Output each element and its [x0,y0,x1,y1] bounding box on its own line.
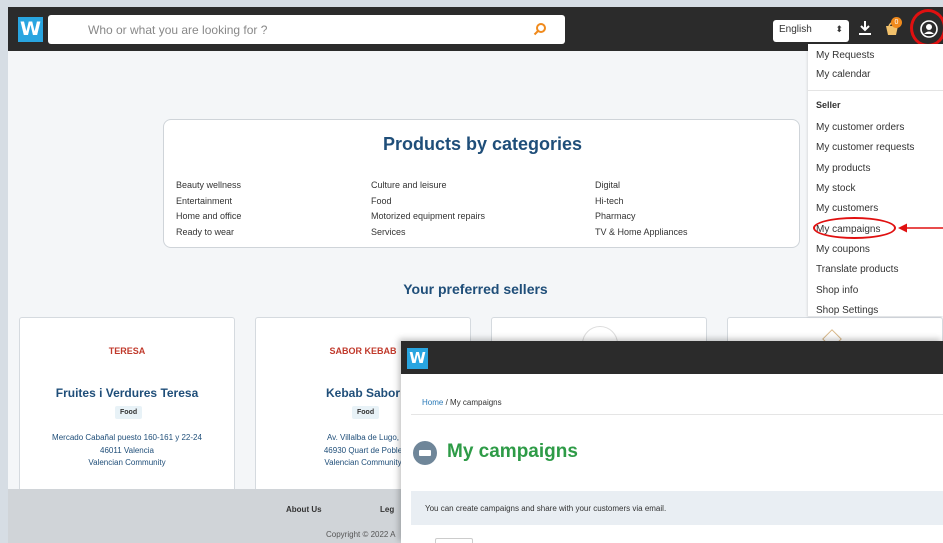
seller-card[interactable]: TERESA Fruites i Verdures Teresa Food Me… [19,317,235,517]
sellers-title: Your preferred sellers [403,281,548,297]
campaign-icon [413,441,437,465]
category-link[interactable]: Entertainment [176,194,241,210]
menu-item-customer-requests[interactable]: My customer requests [816,142,914,153]
category-link[interactable]: Food [371,194,485,210]
language-value: English [779,24,812,35]
category-link[interactable]: TV & Home Appliances [595,225,688,241]
site-logo[interactable]: W [18,17,43,42]
top-navbar: W English ⬍ 0 [8,7,943,51]
language-select[interactable]: English ⬍ [773,20,849,42]
page-size-select[interactable] [435,538,473,543]
seller-address: Mercado Cabañal puesto 160-161 y 22-24 4… [20,432,234,470]
category-link[interactable]: Digital [595,178,688,194]
annotation-arrow-icon [898,223,943,233]
seller-logo: TERESA [108,346,146,356]
cart-count-badge: 0 [891,17,902,28]
info-banner: You can create campaigns and share with … [411,491,943,525]
category-column-2: Culture and leisure Food Motorized equip… [371,178,485,240]
breadcrumb-home[interactable]: Home [422,398,443,407]
search-icon[interactable] [533,22,547,36]
search-input[interactable] [88,15,528,44]
breadcrumb-separator: / [445,398,448,407]
select-caret-icon: ⬍ [835,24,843,34]
account-dropdown-menu: My Requests My calendar Seller My custom… [808,44,943,316]
address-line: 46011 Valencia [100,445,154,455]
download-icon[interactable] [857,20,873,36]
category-link[interactable]: Ready to wear [176,225,241,241]
preview-logo[interactable]: W [407,348,428,369]
category-link[interactable]: Home and office [176,209,241,225]
campaigns-page-preview: W Home / My campaigns My campaigns You c… [401,341,943,543]
menu-item-my-calendar[interactable]: My calendar [816,69,870,80]
seller-name[interactable]: Fruites i Verdures Teresa [20,386,234,400]
footer-copyright: Copyright © 2022 A [326,530,396,539]
footer-link-legal[interactable]: Leg [380,505,394,514]
annotation-oval-campaigns [813,217,896,239]
menu-item-shop-settings[interactable]: Shop Settings [816,305,878,316]
preview-navbar: W [401,341,943,374]
menu-item-customers[interactable]: My customers [816,203,878,214]
menu-item-stock[interactable]: My stock [816,183,855,194]
page-title: My campaigns [447,441,578,462]
menu-item-shop-info[interactable]: Shop info [816,285,858,296]
categories-title: Products by categories [382,134,583,154]
annotation-circle-user [910,9,943,47]
category-link[interactable]: Motorized equipment repairs [371,209,485,225]
category-column-3: Digital Hi-tech Pharmacy TV & Home Appli… [595,178,688,240]
category-link[interactable]: Services [371,225,485,241]
menu-item-coupons[interactable]: My coupons [816,244,870,255]
search-bar [48,15,565,44]
menu-item-products[interactable]: My products [816,163,870,174]
seller-category-tag: Food [115,406,143,419]
category-link[interactable]: Hi-tech [595,194,688,210]
category-link[interactable]: Culture and leisure [371,178,485,194]
category-link[interactable]: Beauty wellness [176,178,241,194]
menu-divider [808,90,943,91]
breadcrumb: Home / My campaigns [422,398,502,407]
seller-category-tag: Food [352,406,380,419]
menu-heading-seller: Seller [816,100,841,110]
footer-link-about[interactable]: About Us [286,505,322,514]
address-line: Mercado Cabañal puesto 160-161 y 22-24 [52,433,202,442]
category-column-1: Beauty wellness Entertainment Home and o… [176,178,241,240]
menu-item-customer-orders[interactable]: My customer orders [816,122,904,133]
categories-panel: Products by categories Beauty wellness E… [163,119,800,248]
divider [411,414,943,415]
address-line: Valencian Community [88,458,166,467]
breadcrumb-current: My campaigns [450,398,502,407]
category-link[interactable]: Pharmacy [595,209,688,225]
menu-item-translate-products[interactable]: Translate products [816,264,898,275]
menu-item-my-requests[interactable]: My Requests [816,50,874,61]
hamburger-menu-icon[interactable] [58,24,71,35]
